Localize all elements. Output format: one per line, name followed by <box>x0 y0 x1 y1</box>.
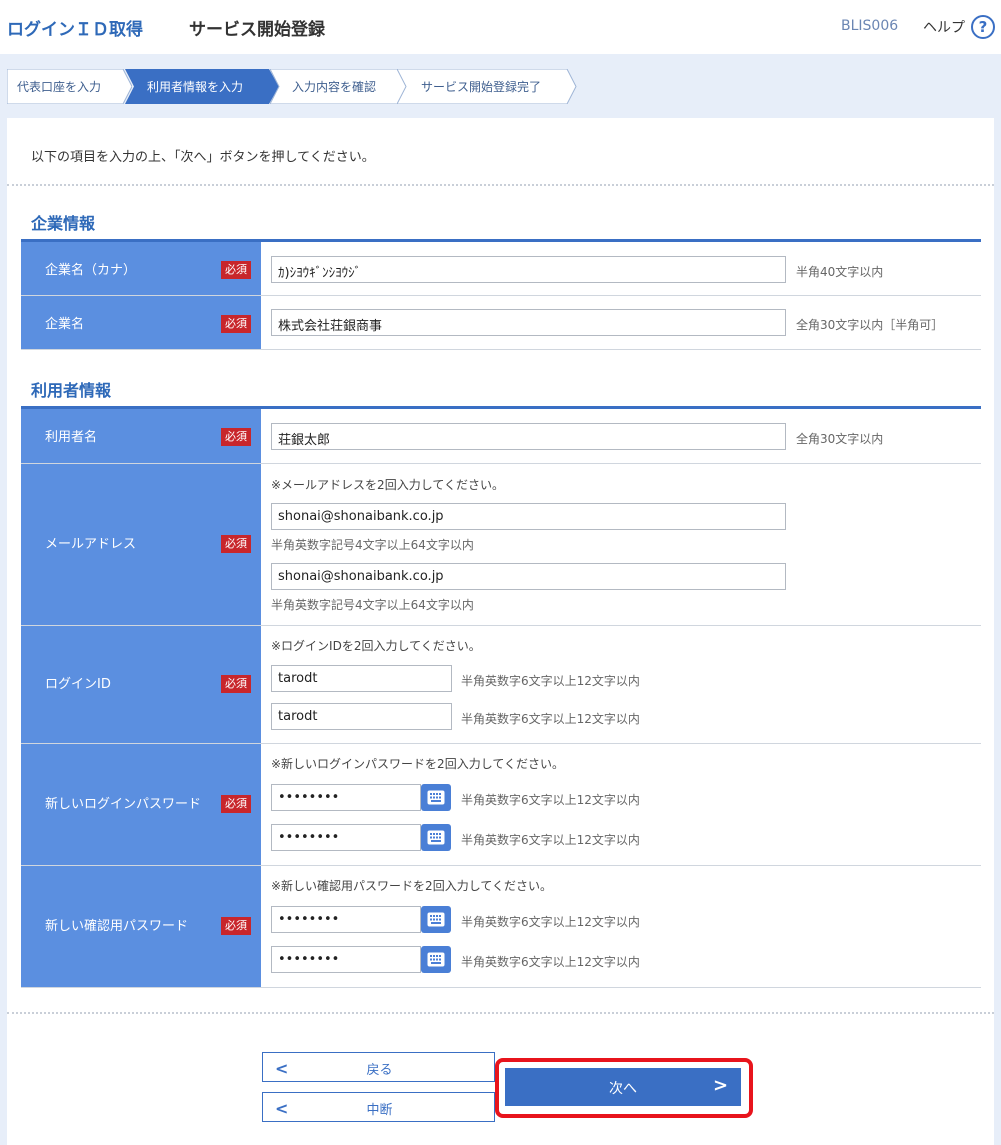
username-hint: 全角30文字以内 <box>796 432 884 446</box>
email-confirm-hint: 半角英数字記号4文字以上64文字以内 <box>271 598 474 612</box>
step-1-label: 代表口座を入力 <box>17 80 102 94</box>
required-badge: 必須 <box>221 535 251 553</box>
software-keyboard-button[interactable] <box>421 784 451 811</box>
required-badge: 必須 <box>221 795 251 813</box>
confirm-password-label: 新しい確認用パスワード <box>45 919 189 934</box>
suspend-button[interactable]: < 中断 <box>262 1092 495 1122</box>
main-panel: 以下の項目を入力の上、「次へ」ボタンを押してください。 企業情報 企業名（カナ）… <box>7 118 994 1145</box>
login-id-label-cell: ログインID 必須 <box>21 626 261 743</box>
confirm-password-label-cell: 新しい確認用パスワード 必須 <box>21 866 261 987</box>
company-name-hint: 全角30文字以内［半角可］ <box>796 318 944 332</box>
password-confirm-input[interactable]: •••••••• <box>271 824 421 851</box>
keyboard-icon <box>427 952 445 967</box>
required-badge: 必須 <box>221 917 251 935</box>
suspend-button-label: 中断 <box>366 1103 393 1118</box>
password-input[interactable]: •••••••• <box>271 784 421 811</box>
password-confirm-hint: 半角英数字6文字以上12文字以内 <box>461 833 640 847</box>
username-label-cell: 利用者名 必須 <box>21 409 261 463</box>
login-id-label: ログインID <box>45 677 111 692</box>
step-4-label: サービス開始登録完了 <box>421 80 542 94</box>
back-button-label: 戻る <box>366 1063 393 1078</box>
login-id-confirm-input[interactable]: tarodt <box>271 703 452 730</box>
company-kana-hint: 半角40文字以内 <box>796 265 884 279</box>
login-id-row: ログインID 必須 ※ログインIDを2回入力してください。 tarodt 半角英… <box>21 626 981 744</box>
keyboard-icon <box>427 912 445 927</box>
confirm-password-row: 新しい確認用パスワード 必須 ※新しい確認用パスワードを2回入力してください。 … <box>21 866 981 988</box>
login-id-note: ※ログインIDを2回入力してください。 <box>271 639 481 653</box>
next-button[interactable]: 次へ > <box>505 1068 741 1106</box>
password-label-cell: 新しいログインパスワード 必須 <box>21 744 261 865</box>
username-label: 利用者名 <box>45 430 98 445</box>
help-icon[interactable]: ? <box>971 15 995 39</box>
chevron-right-icon: > <box>713 1075 729 1096</box>
confirm-password-note: ※新しい確認用パスワードを2回入力してください。 <box>271 879 552 893</box>
email-input[interactable]: shonai@shonaibank.co.jp <box>271 503 786 530</box>
login-id-confirm-hint: 半角英数字6文字以上12文字以内 <box>461 712 640 726</box>
required-badge: 必須 <box>221 315 251 333</box>
password-note: ※新しいログインパスワードを2回入力してください。 <box>271 757 564 771</box>
company-name-label-cell: 企業名 必須 <box>21 296 261 349</box>
company-kana-input[interactable]: ｶ)ｼﾖｳｷﾞﾝｼﾖｳｼﾞ <box>271 256 786 283</box>
login-id-title: ログインＩＤ取得 <box>7 20 143 40</box>
email-confirm-input[interactable]: shonai@shonaibank.co.jp <box>271 563 786 590</box>
confirm-password-input[interactable]: •••••••• <box>271 906 421 933</box>
header: ログインＩＤ取得 サービス開始登録 BLIS006 ヘルプ ? <box>0 0 1001 54</box>
company-kana-label: 企業名（カナ） <box>45 263 137 278</box>
software-keyboard-button[interactable] <box>421 824 451 851</box>
back-button[interactable]: < 戻る <box>262 1052 495 1082</box>
company-name-row: 企業名 必須 株式会社荘銀商事 全角30文字以内［半角可］ <box>21 296 981 350</box>
step-indicator: 代表口座を入力 利用者情報を入力 入力内容を確認 サービス開始登録完了 <box>7 69 582 104</box>
software-keyboard-button[interactable] <box>421 946 451 973</box>
password-hint: 半角英数字6文字以上12文字以内 <box>461 793 640 807</box>
help-link[interactable]: ヘルプ <box>923 17 965 37</box>
login-id-input[interactable]: tarodt <box>271 665 452 692</box>
step-2-label: 利用者情報を入力 <box>147 80 244 94</box>
required-badge: 必須 <box>221 428 251 446</box>
login-id-hint: 半角英数字6文字以上12文字以内 <box>461 674 640 688</box>
confirm-password-hint: 半角英数字6文字以上12文字以内 <box>461 915 640 929</box>
screen-code: BLIS006 <box>841 18 899 34</box>
password-row: 新しいログインパスワード 必須 ※新しいログインパスワードを2回入力してください… <box>21 744 981 866</box>
company-kana-row: 企業名（カナ） 必須 ｶ)ｼﾖｳｷﾞﾝｼﾖｳｼﾞ 半角40文字以内 <box>21 242 981 296</box>
next-button-label: 次へ <box>609 1081 637 1097</box>
confirm-password-confirm-hint: 半角英数字6文字以上12文字以内 <box>461 955 640 969</box>
confirm-password-confirm-input[interactable]: •••••••• <box>271 946 421 973</box>
email-note: ※メールアドレスを2回入力してください。 <box>271 478 504 492</box>
company-name-input[interactable]: 株式会社荘銀商事 <box>271 309 786 336</box>
email-row: メールアドレス 必須 ※メールアドレスを2回入力してください。 shonai@s… <box>21 464 981 626</box>
company-section-title: 企業情報 <box>31 214 96 233</box>
divider <box>7 1012 994 1014</box>
step-3-label: 入力内容を確認 <box>292 80 377 94</box>
username-input[interactable]: 荘銀太郎 <box>271 423 786 450</box>
company-name-label: 企業名 <box>45 317 85 332</box>
divider <box>7 184 994 186</box>
keyboard-icon <box>427 830 445 845</box>
keyboard-icon <box>427 790 445 805</box>
user-section-title: 利用者情報 <box>31 381 112 400</box>
email-label: メールアドレス <box>45 537 137 552</box>
username-row: 利用者名 必須 荘銀太郎 全角30文字以内 <box>21 409 981 464</box>
company-kana-label-cell: 企業名（カナ） 必須 <box>21 242 261 295</box>
required-badge: 必須 <box>221 261 251 279</box>
required-badge: 必須 <box>221 675 251 693</box>
software-keyboard-button[interactable] <box>421 906 451 933</box>
page-title: サービス開始登録 <box>189 20 325 40</box>
email-hint: 半角英数字記号4文字以上64文字以内 <box>271 538 474 552</box>
password-label: 新しいログインパスワード <box>45 797 202 812</box>
email-label-cell: メールアドレス 必須 <box>21 464 261 625</box>
intro-text: 以下の項目を入力の上、「次へ」ボタンを押してください。 <box>31 150 375 165</box>
